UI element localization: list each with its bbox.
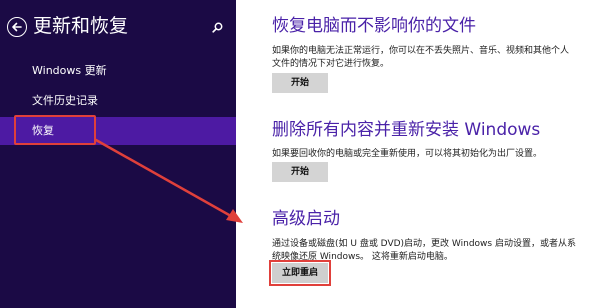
back-icon[interactable] xyxy=(7,17,27,37)
search-icon[interactable] xyxy=(212,22,223,33)
section-desc-reset: 如果要回收你的电脑或完全重新使用，可以将其初始化为出厂设置。 xyxy=(272,149,543,159)
sidebar: 更新和恢复 Windows 更新 文件历史记录 恢复 xyxy=(0,0,236,308)
sidebar-item-windows-update[interactable]: Windows 更新 xyxy=(0,57,236,85)
section-title-refresh: 恢复电脑而不影响你的文件 xyxy=(272,16,476,36)
page-title: 更新和恢复 xyxy=(33,15,129,37)
sidebar-item-label: 文件历史记录 xyxy=(32,94,98,107)
refresh-start-button[interactable]: 开始 xyxy=(272,73,328,93)
sidebar-item-label: Windows 更新 xyxy=(32,64,107,77)
sidebar-item-file-history[interactable]: 文件历史记录 xyxy=(0,87,236,115)
section-title-reset: 删除所有内容并重新安装 Windows xyxy=(272,120,541,140)
section-title-advanced-startup: 高级启动 xyxy=(272,209,340,229)
section-desc-refresh: 如果你的电脑无法正常运行，你可以在不丢失照片、音乐、视频和其他个人文件的情况下对… xyxy=(272,46,570,69)
restart-now-button[interactable]: 立即重启 xyxy=(269,260,331,286)
annotation-highlight-recovery xyxy=(14,115,96,145)
section-desc-advanced-startup: 通过设备或磁盘(如 U 盘或 DVD)启动，更改 Windows 启动设置，或者… xyxy=(272,239,576,262)
main-content: 恢复电脑而不影响你的文件 如果你的电脑无法正常运行，你可以在不丢失照片、音乐、视… xyxy=(236,0,600,308)
reset-start-button[interactable]: 开始 xyxy=(272,162,328,182)
